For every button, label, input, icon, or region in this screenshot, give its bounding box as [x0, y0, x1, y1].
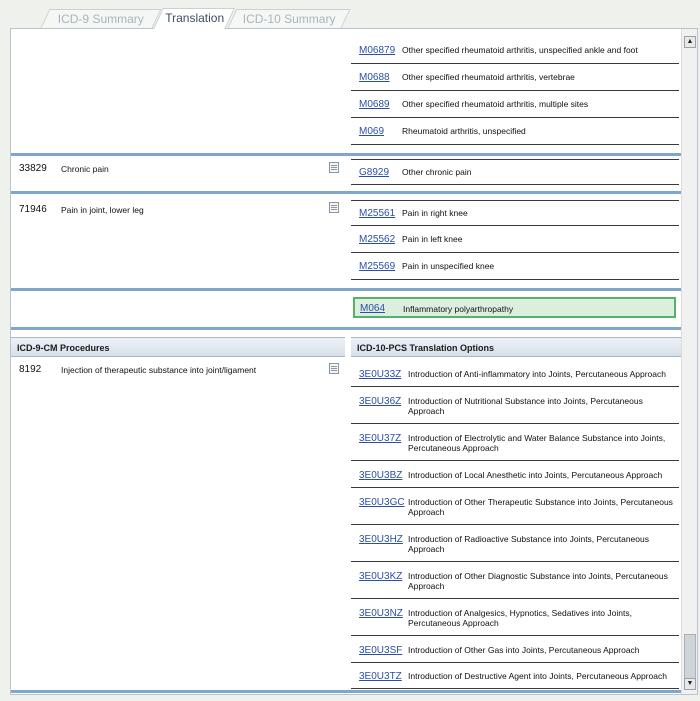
pcs-option-row: 3E0U33Z Introduction of Anti-inflammator…: [351, 361, 679, 387]
pcs-option-row: 3E0U36Z Introduction of Nutritional Subs…: [351, 388, 679, 424]
icd9-code: 71946: [19, 204, 47, 215]
group-separator: [11, 191, 681, 194]
icd10-code-link[interactable]: M0688: [359, 72, 390, 83]
pcs-desc: Introduction of Radioactive Substance in…: [408, 534, 649, 554]
note-icon[interactable]: [329, 162, 339, 173]
icd9-code: 33829: [19, 163, 47, 174]
icd9-desc: Chronic pain: [61, 164, 109, 174]
translation-row: M25561 Pain in right knee: [351, 200, 679, 226]
pcs-option-row: 3E0U3GC Introduction of Other Therapeuti…: [351, 489, 679, 525]
pcs-desc: Introduction of Other Diagnostic Substan…: [408, 571, 668, 591]
icd10-desc: Pain in right knee: [402, 208, 468, 218]
icd10-desc: Pain in left knee: [402, 234, 463, 244]
procedure-desc: Injection of therapeutic substance into …: [61, 365, 257, 375]
translation-row: M06879 Other specified rheumatoid arthri…: [351, 38, 679, 64]
note-icon[interactable]: [329, 202, 339, 213]
pcs-desc: Introduction of Anti-inflammatory into J…: [408, 369, 666, 379]
translation-row: M069 Rheumatoid arthritis, unspecified: [351, 119, 679, 145]
icd10-desc: Pain in unspecified knee: [402, 261, 495, 271]
translation-content: M06879 Other specified rheumatoid arthri…: [11, 29, 681, 694]
selected-translation-row[interactable]: M064 Inflammatory polyarthropathy: [353, 297, 676, 318]
icd10-desc: Rheumatoid arthritis, unspecified: [402, 126, 526, 136]
scroll-up-arrow-icon[interactable]: ▲: [684, 36, 696, 48]
tab-label: ICD-10 Summary: [242, 12, 336, 26]
note-icon[interactable]: [329, 363, 339, 374]
pcs-option-row: 3E0U3KZ Introduction of Other Diagnostic…: [351, 563, 679, 599]
pcs-code-link[interactable]: 3E0U33Z: [359, 369, 401, 380]
icd10-code-link[interactable]: M069: [359, 126, 384, 137]
pcs-desc: Introduction of Other Gas into Joints, P…: [408, 645, 640, 655]
pcs-option-row: 3E0U3TZ Introduction of Destructive Agen…: [351, 663, 679, 689]
pcs-desc: Introduction of Other Therapeutic Substa…: [408, 497, 673, 517]
group-separator: [11, 327, 681, 330]
procedure-code: 8192: [19, 364, 42, 375]
pcs-code-link[interactable]: 3E0U36Z: [359, 396, 401, 407]
pcs-option-row: 3E0U3BZ Introduction of Local Anesthetic…: [351, 462, 679, 488]
translation-row: M25562 Pain in left knee: [351, 227, 679, 253]
pcs-option-row: 3E0U3HZ Introduction of Radioactive Subs…: [351, 526, 679, 562]
tab-icd10-summary[interactable]: ICD-10 Summary: [227, 9, 351, 28]
icd10-code-link[interactable]: M0689: [359, 99, 390, 110]
translation-row: M0688 Other specified rheumatoid arthrit…: [351, 65, 679, 91]
pcs-option-row: 3E0U3SF Introduction of Other Gas into J…: [351, 637, 679, 663]
tab-translation[interactable]: Translation: [153, 8, 235, 29]
pcs-desc: Introduction of Destructive Agent into J…: [408, 671, 667, 681]
group-separator: [11, 153, 681, 156]
tab-label: ICD-9 Summary: [57, 12, 144, 26]
pcs-option-row: 3E0U37Z Introduction of Electrolytic and…: [351, 425, 679, 461]
pcs-code-link[interactable]: 3E0U3NZ: [359, 608, 403, 619]
pcs-desc: Introduction of Analgesics, Hypnotics, S…: [408, 608, 632, 628]
pcs-code-link[interactable]: 3E0U3BZ: [359, 470, 402, 481]
pcs-option-row: 3E0U3NZ Introduction of Analgesics, Hypn…: [351, 600, 679, 636]
pcs-code-link[interactable]: 3E0U3HZ: [359, 534, 403, 545]
icd10-code-link[interactable]: M064: [360, 303, 385, 314]
translation-row: M0689 Other specified rheumatoid arthrit…: [351, 92, 679, 118]
icd10-code-link[interactable]: M06879: [359, 45, 395, 56]
translation-row: M25569 Pain in unspecified knee: [351, 254, 679, 280]
pcs-desc: Introduction of Nutritional Substance in…: [408, 396, 643, 416]
tab-icd9-summary[interactable]: ICD-9 Summary: [40, 9, 162, 28]
icd10-desc: Other specified rheumatoid arthritis, un…: [402, 45, 638, 55]
pcs-code-link[interactable]: 3E0U3KZ: [359, 571, 402, 582]
icd10-code-link[interactable]: G8929: [359, 167, 389, 178]
pcs-desc: Introduction of Electrolytic and Water B…: [408, 433, 666, 453]
pcs-code-link[interactable]: 3E0U37Z: [359, 433, 401, 444]
icd9-desc: Pain in joint, lower leg: [61, 205, 144, 215]
icd10-pcs-options-header: ICD-10-PCS Translation Options: [351, 337, 681, 357]
pcs-desc: Introduction of Local Anesthetic into Jo…: [408, 470, 663, 480]
translation-panel: M06879 Other specified rheumatoid arthri…: [10, 28, 698, 695]
icd10-desc: Other specified rheumatoid arthritis, ve…: [402, 72, 575, 82]
icd10-code-link[interactable]: M25569: [359, 261, 395, 272]
scrollbar-thumb[interactable]: [684, 634, 696, 680]
group-separator: [11, 288, 681, 291]
translation-row: G8929 Other chronic pain: [351, 159, 679, 185]
icd10-code-link[interactable]: M25561: [359, 208, 395, 219]
tab-bar: ICD-9 Summary Translation ICD-10 Summary: [0, 0, 700, 29]
group-separator: [11, 690, 681, 693]
vertical-scrollbar[interactable]: ▲ ▼: [681, 29, 697, 694]
icd10-desc: Inflammatory polyarthropathy: [403, 304, 514, 314]
pcs-code-link[interactable]: 3E0U3SF: [359, 645, 402, 656]
icd10-desc: Other chronic pain: [402, 167, 472, 177]
icd10-code-link[interactable]: M25562: [359, 234, 395, 245]
icd9-procedures-header: ICD-9-CM Procedures: [11, 337, 345, 357]
pcs-code-link[interactable]: 3E0U3GC: [359, 497, 405, 508]
pcs-code-link[interactable]: 3E0U3TZ: [359, 671, 402, 682]
scroll-down-arrow-icon[interactable]: ▼: [684, 678, 696, 690]
tab-label: Translation: [164, 11, 224, 25]
icd10-desc: Other specified rheumatoid arthritis, mu…: [402, 99, 589, 109]
